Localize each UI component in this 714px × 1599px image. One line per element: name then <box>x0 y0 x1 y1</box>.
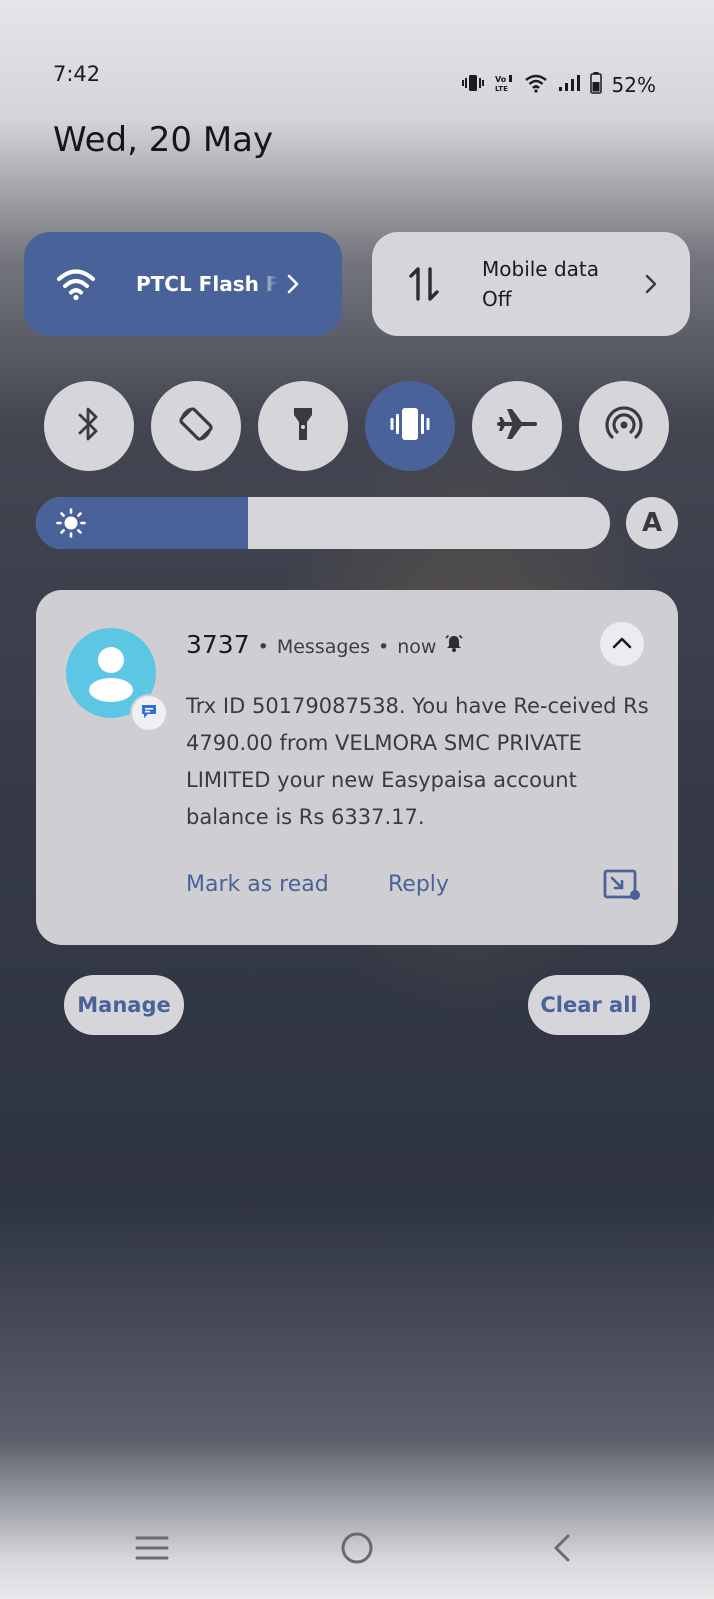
wifi-icon <box>54 262 98 306</box>
quick-settings-row <box>44 381 672 471</box>
svg-text:Vo: Vo <box>495 75 507 84</box>
home-circle-icon <box>340 1531 374 1569</box>
mark-as-read-button[interactable]: Mark as read <box>186 872 329 897</box>
date-label: Wed, 20 May <box>53 120 274 160</box>
clear-all-button[interactable]: Clear all <box>528 975 650 1035</box>
collapse-button[interactable] <box>600 622 644 666</box>
notification-app: Messages <box>276 636 371 658</box>
alarm-bell-icon <box>444 633 464 657</box>
chevron-up-icon <box>611 635 633 654</box>
brightness-slider[interactable] <box>36 497 610 549</box>
auto-brightness-button[interactable]: A <box>626 497 678 549</box>
vibrate-icon <box>461 74 484 96</box>
flashlight-icon <box>292 405 314 447</box>
home-button[interactable] <box>327 1520 387 1580</box>
signal-icon <box>558 74 580 96</box>
wifi-icon <box>524 73 548 97</box>
notification-card[interactable]: 3737 • Messages • now Trx ID 50179087538… <box>36 590 678 945</box>
bluetooth-icon <box>76 405 102 447</box>
hotspot-toggle[interactable] <box>579 381 669 471</box>
notification-sender: 3737 <box>186 630 250 659</box>
recent-apps-button[interactable] <box>122 1520 182 1580</box>
data-transfer-icon <box>402 262 446 306</box>
mobile-data-tile[interactable]: Mobile data Off <box>372 232 690 336</box>
svg-text:LTE: LTE <box>495 85 508 93</box>
chevron-right-icon[interactable] <box>278 273 308 295</box>
vibrate-toggle[interactable] <box>365 381 455 471</box>
auto-rotate-toggle[interactable] <box>151 381 241 471</box>
chevron-left-icon <box>551 1533 573 1567</box>
chat-bubble-icon <box>140 702 158 724</box>
menu-lines-icon <box>135 1535 169 1565</box>
battery-percent: 52% <box>611 73 656 97</box>
sun-icon <box>56 508 86 542</box>
back-button[interactable] <box>532 1520 592 1580</box>
mobile-data-state: Off <box>482 287 512 311</box>
volte-icon: Vo LTE <box>494 73 514 97</box>
battery-icon <box>589 72 602 98</box>
notification-header: 3737 • Messages • now <box>186 630 464 659</box>
bluetooth-toggle[interactable] <box>44 381 134 471</box>
rotate-icon <box>176 404 216 448</box>
hotspot-icon <box>604 404 644 448</box>
airplane-mode-toggle[interactable] <box>472 381 562 471</box>
navigation-bar <box>0 1520 714 1580</box>
messages-app-badge <box>132 696 166 730</box>
manage-button[interactable]: Manage <box>64 975 184 1035</box>
chevron-right-icon[interactable] <box>636 273 666 295</box>
mobile-data-label: Mobile data <box>482 257 600 281</box>
vibrate-icon <box>390 405 430 447</box>
status-time: 7:42 <box>53 62 101 86</box>
wifi-network-name: PTCL Flash F <box>136 272 278 296</box>
open-in-popup-icon[interactable] <box>602 868 642 906</box>
airplane-icon <box>497 406 537 446</box>
flashlight-toggle[interactable] <box>258 381 348 471</box>
notification-body: Trx ID 50179087538. You have Re-ceived R… <box>186 694 649 829</box>
status-icons: Vo LTE 52% <box>461 72 656 98</box>
notification-time: now <box>397 636 437 658</box>
wifi-tile[interactable]: PTCL Flash F <box>24 232 342 336</box>
reply-button[interactable]: Reply <box>388 872 449 897</box>
